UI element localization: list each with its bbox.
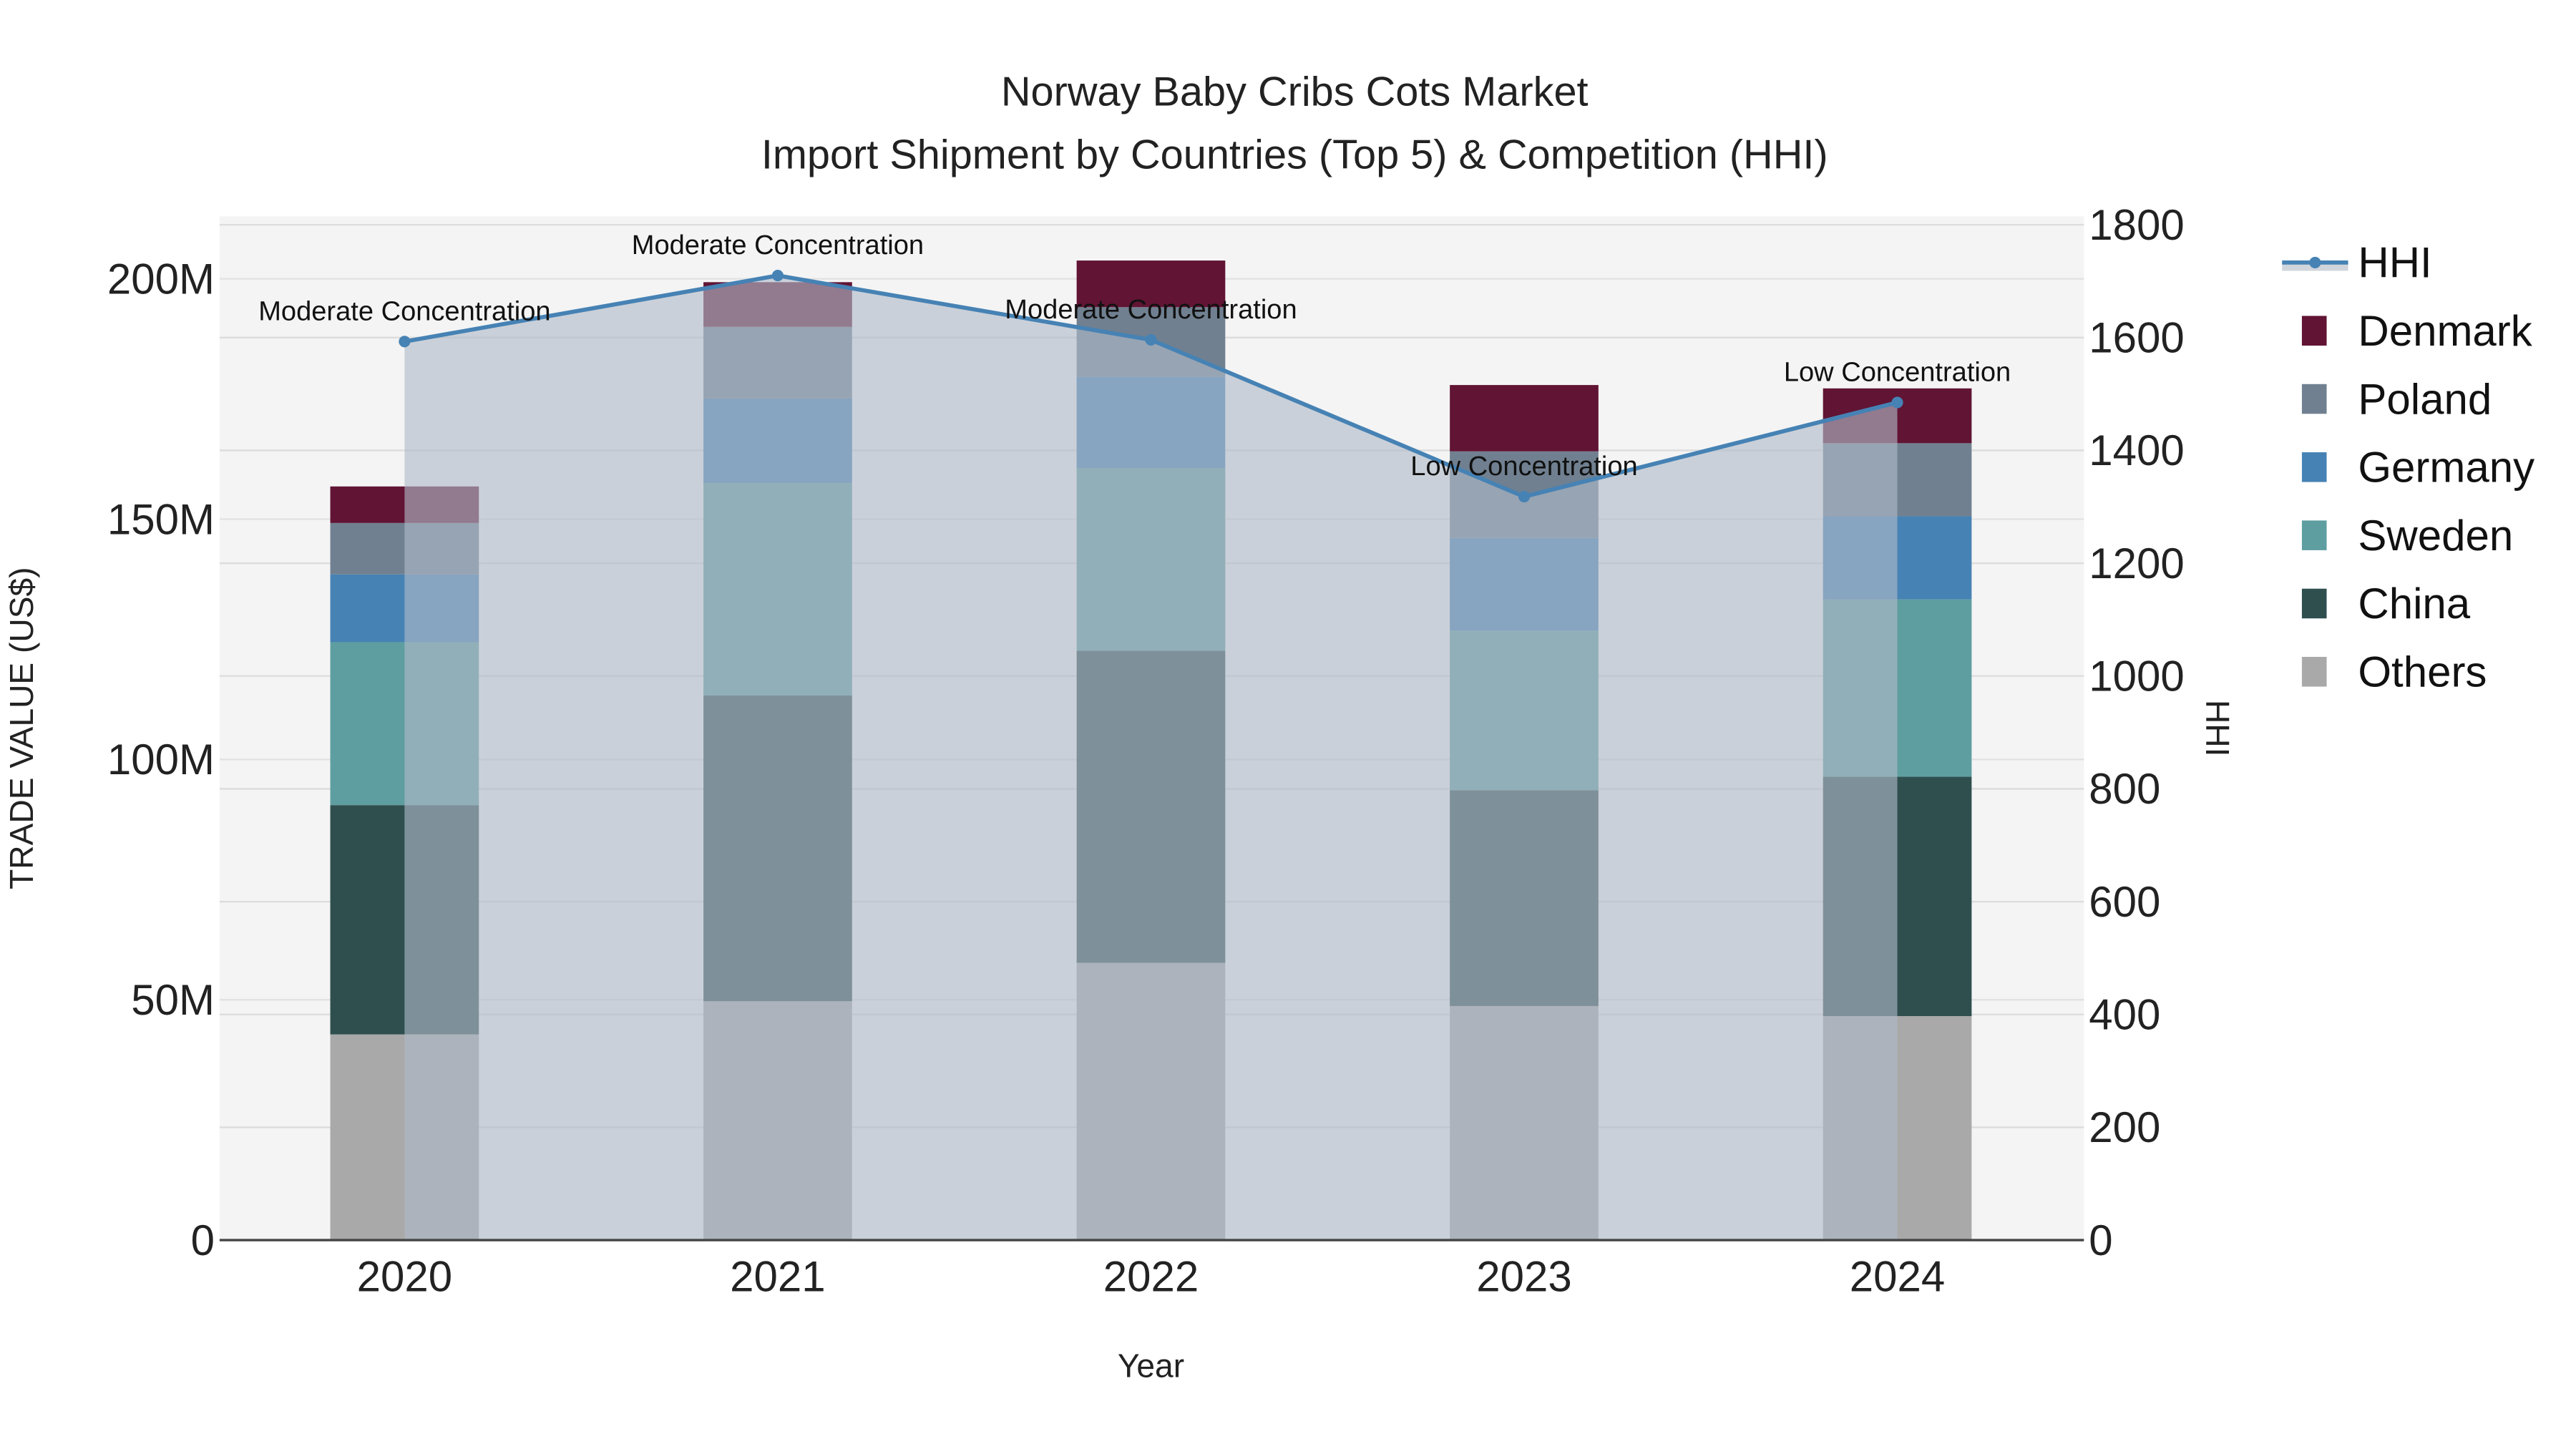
y2-tick-label: 1800 [2089,201,2184,249]
hhi-annotation: Low Concentration [1784,357,2011,387]
y-tick-label: 100M [107,736,215,784]
hhi-annotation: Moderate Concentration [258,296,550,326]
y-tick-labels: 0 50M 100M 150M 200M [107,255,215,1264]
hhi-point-2022 [1145,333,1157,346]
x-tick-label: 2020 [357,1253,452,1301]
x-tick-label: 2024 [1850,1253,1945,1301]
legend-swatch-china [2301,588,2327,619]
x-tick-labels: 2020 2021 2022 2023 2024 [357,1253,1946,1301]
chart: Moderate Concentration Moderate Concentra… [3,69,2534,1385]
y2-axis-label: HHI [2199,700,2236,756]
legend-label-hhi: HHI [2358,239,2431,287]
y2-tick-label: 400 [2089,991,2160,1039]
bar-denmark-2023 [1450,385,1599,452]
legend-swatch-denmark [2301,316,2327,346]
y2-tick-label: 600 [2089,878,2160,926]
y2-tick-label: 1600 [2089,314,2184,362]
x-tick-label: 2022 [1103,1253,1199,1301]
legend-swatch-others [2301,657,2327,687]
legend-label-sweden: Sweden [2358,512,2513,560]
legend-label-poland: Poland [2358,375,2492,423]
legend-label-germany: Germany [2358,444,2534,492]
y-tick-label: 150M [107,495,215,543]
hhi-point-2023 [1518,491,1531,503]
hhi-point-2024 [1891,396,1903,409]
y2-tick-label: 1400 [2089,426,2184,474]
y2-tick-labels: 0 200 400 600 800 1000 1200 1400 1600 1800 [2089,201,2184,1264]
y2-tick-label: 800 [2089,765,2160,813]
y-tick-label: 200M [107,255,215,303]
y2-tick-label: 200 [2089,1103,2160,1151]
y-tick-label: 50M [131,976,215,1024]
legend-label-denmark: Denmark [2358,307,2532,355]
legend-swatch-poland [2301,384,2327,414]
hhi-annotation: Moderate Concentration [632,230,924,260]
chart-subtitle: Import Shipment by Countries (Top 5) & C… [761,132,1828,177]
legend-swatch-sweden [2301,520,2327,550]
hhi-annotation: Moderate Concentration [1005,295,1297,325]
legend: HHI Denmark Poland Germany Sweden China Others [2282,239,2534,696]
legend-label-china: China [2358,580,2470,628]
y-axis-label: TRADE VALUE (US$) [3,567,40,889]
legend-swatch-germany [2301,452,2327,482]
x-tick-label: 2023 [1476,1253,1571,1301]
hhi-annotation: Low Concentration [1410,452,1637,482]
y2-tick-label: 0 [2089,1216,2112,1264]
hhi-point-2021 [771,270,784,282]
legend-label-others: Others [2358,648,2487,696]
chart-title: Norway Baby Cribs Cots Market [1001,69,1589,115]
y2-tick-label: 1200 [2089,540,2184,587]
hhi-point-2020 [399,336,411,348]
x-tick-label: 2021 [730,1253,825,1301]
y-tick-label: 0 [191,1216,215,1264]
y2-tick-label: 1000 [2089,653,2184,701]
x-axis-label: Year [1118,1347,1184,1385]
legend-hhi-marker-icon [2309,256,2321,268]
